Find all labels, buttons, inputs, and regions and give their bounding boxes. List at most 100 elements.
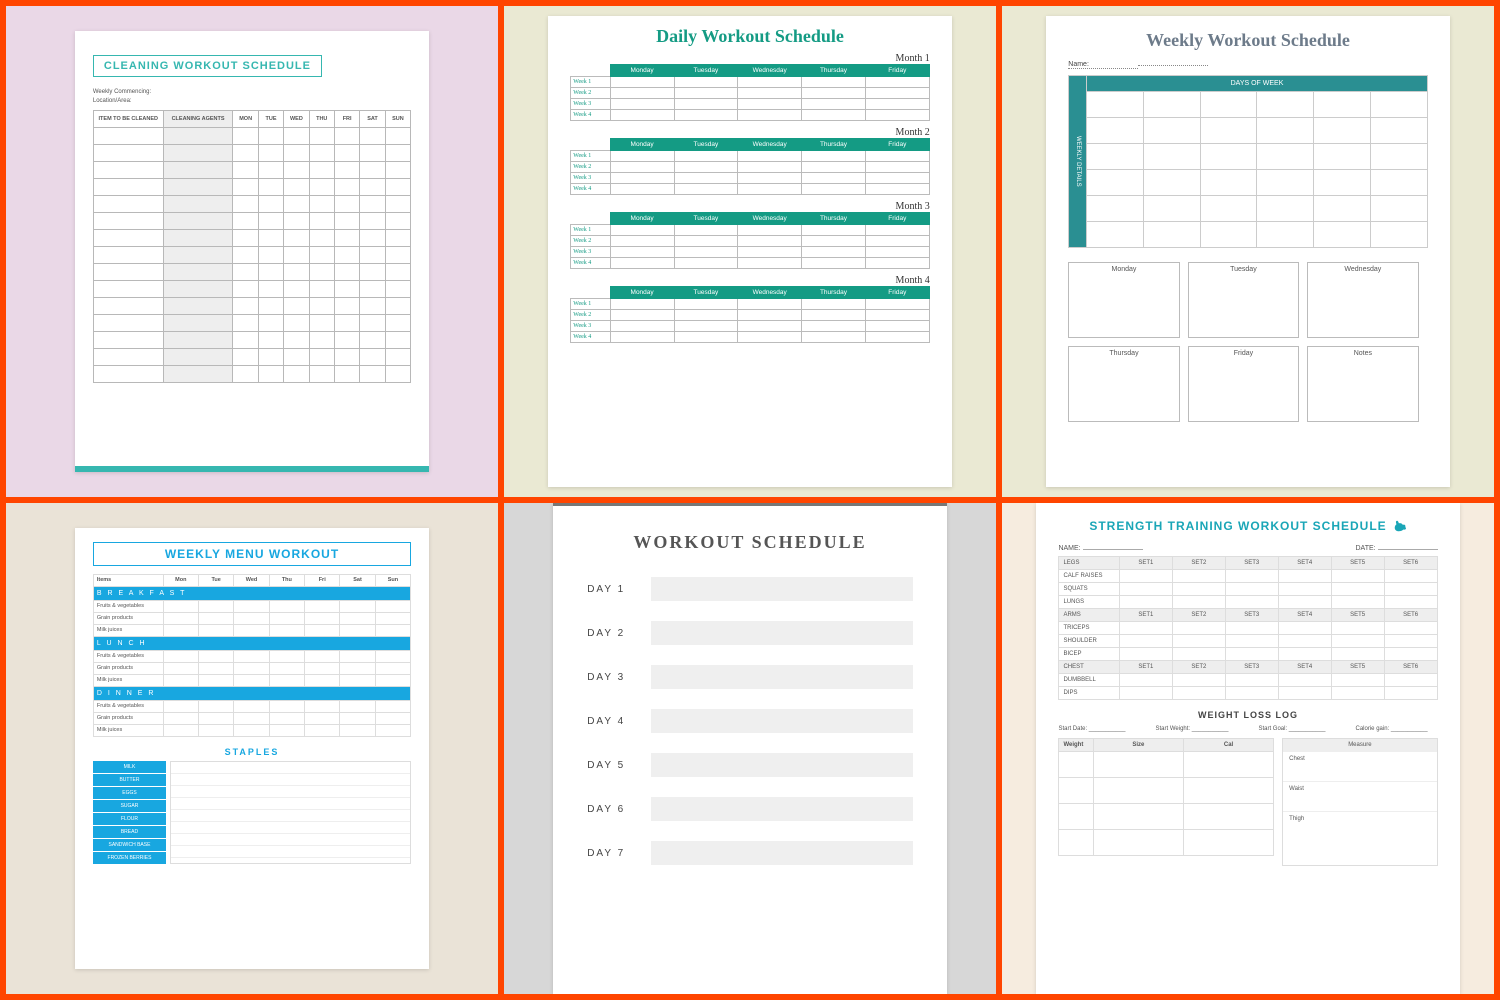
menu-table: ItemsMonTueWedThuFriSatSunB R E A K F A … xyxy=(93,574,411,737)
days-header: DAYS OF WEEK xyxy=(1087,75,1427,91)
col-header: WED xyxy=(284,110,309,127)
log-meta-item: Start Weight: ___________ xyxy=(1156,726,1229,732)
day-input-bar xyxy=(651,709,913,733)
col-header: FRI xyxy=(334,110,359,127)
page: Daily Workout Schedule Month 1MondayTues… xyxy=(548,16,951,487)
template-grid: CLEANING WORKOUT SCHEDULE Weekly Commenc… xyxy=(0,0,1500,1000)
card-daily-workout[interactable]: Daily Workout Schedule Month 1MondayTues… xyxy=(504,6,996,497)
day-row: DAY 5 xyxy=(587,753,913,777)
card-cleaning-workout[interactable]: CLEANING WORKOUT SCHEDULE Weekly Commenc… xyxy=(6,6,498,497)
log-meta: Start Date: ___________ Start Weight: ___… xyxy=(1058,726,1437,732)
day-label: DAY 1 xyxy=(587,584,641,595)
month-table: MondayTuesdayWednesdayThursdayFridayWeek… xyxy=(570,64,929,121)
subtext-1: Weekly Commencing: xyxy=(93,89,411,95)
day-row: DAY 7 xyxy=(587,841,913,865)
month-table: MondayTuesdayWednesdayThursdayFridayWeek… xyxy=(570,286,929,343)
day-row: DAY 2 xyxy=(587,621,913,645)
col-header: TUE xyxy=(258,110,283,127)
page: WEEKLY MENU WORKOUT ItemsMonTueWedThuFri… xyxy=(75,528,429,970)
day-input-bar xyxy=(651,621,913,645)
footer-accent xyxy=(75,466,429,472)
page: WORKOUT SCHEDULE DAY 1 DAY 2 DAY 3 DAY 4 DAY… xyxy=(553,503,947,994)
staples-grid xyxy=(170,761,411,864)
log-meta-item: Start Date: ___________ xyxy=(1058,726,1125,732)
measure-row: Thigh xyxy=(1283,811,1436,841)
month-label: Month 3 xyxy=(570,201,929,212)
col-header: SAT xyxy=(360,110,385,127)
meal-header: B R E A K F A S T xyxy=(93,586,410,600)
title: WORKOUT SCHEDULE xyxy=(587,532,913,553)
staple-item: EGGS xyxy=(93,787,166,799)
staples-title: STAPLES xyxy=(93,747,411,757)
weekly-grid: WEEKLY DETAILS DAYS OF WEEK xyxy=(1068,75,1427,248)
name-field: Name: xyxy=(1068,61,1427,69)
day-label: DAY 4 xyxy=(587,716,641,727)
month-label: Month 1 xyxy=(570,53,929,64)
day-box: Tuesday xyxy=(1188,262,1299,338)
measure-row: Waist xyxy=(1283,781,1436,811)
month-label: Month 4 xyxy=(570,275,929,286)
card-weekly-workout[interactable]: Weekly Workout Schedule Name: WEEKLY DET… xyxy=(1002,6,1494,497)
day-input-bar xyxy=(651,577,913,601)
month-label: Month 2 xyxy=(570,127,929,138)
page: STRENGTH TRAINING WORKOUT SCHEDULE NAME:… xyxy=(1036,503,1459,994)
day-box: Notes xyxy=(1307,346,1418,422)
card-weekly-menu[interactable]: WEEKLY MENU WORKOUT ItemsMonTueWedThuFri… xyxy=(6,503,498,994)
staple-item: SUGAR xyxy=(93,800,166,812)
title: WEEKLY MENU WORKOUT xyxy=(93,542,411,566)
meal-header: D I N N E R xyxy=(93,686,410,700)
month-table: MondayTuesdayWednesdayThursdayFridayWeek… xyxy=(570,212,929,269)
staple-item: BUTTER xyxy=(93,774,166,786)
day-input-bar xyxy=(651,753,913,777)
side-label: WEEKLY DETAILS xyxy=(1069,75,1087,247)
meta-row: NAME: DATE: xyxy=(1058,545,1437,552)
meal-header: L U N C H xyxy=(93,636,410,650)
measure-header: Measure xyxy=(1283,739,1436,751)
strength-table: LEGSSET1SET2SET3SET4SET5SET6CALF RAISESS… xyxy=(1058,556,1437,700)
day-label: DAY 6 xyxy=(587,804,641,815)
log-meta-item: Calorie gain: ___________ xyxy=(1356,726,1428,732)
log-meta-item: Start Goal: ___________ xyxy=(1258,726,1325,732)
measure-row: Chest xyxy=(1283,751,1436,781)
day-boxes: MondayTuesdayWednesday ThursdayFridayNote… xyxy=(1068,262,1427,422)
day-input-bar xyxy=(651,665,913,689)
cleaning-table: ITEM TO BE CLEANEDCLEANING AGENTSMONTUEW… xyxy=(93,110,411,383)
day-label: DAY 5 xyxy=(587,760,641,771)
staple-item: BREAD xyxy=(93,826,166,838)
subtext-2: Location/Area: xyxy=(93,98,411,104)
day-input-bar xyxy=(651,841,913,865)
staple-item: MILK xyxy=(93,761,166,773)
col-header: CLEANING AGENTS xyxy=(163,110,233,127)
staple-item: FLOUR xyxy=(93,813,166,825)
title: CLEANING WORKOUT SCHEDULE xyxy=(93,55,322,77)
day-label: DAY 2 xyxy=(587,628,641,639)
day-row: DAY 6 xyxy=(587,797,913,821)
staple-item: SANDWICH BASE xyxy=(93,839,166,851)
log-table: WeightSizeCal xyxy=(1058,738,1274,856)
day-label: DAY 7 xyxy=(587,848,641,859)
staples-area: MILKBUTTEREGGSSUGARFLOURBREADSANDWICH BA… xyxy=(93,761,411,864)
day-box: Wednesday xyxy=(1307,262,1418,338)
staple-item: FROZEN BERRIES xyxy=(93,852,166,864)
month-table: MondayTuesdayWednesdayThursdayFridayWeek… xyxy=(570,138,929,195)
page: CLEANING WORKOUT SCHEDULE Weekly Commenc… xyxy=(75,31,429,473)
title: Daily Workout Schedule xyxy=(570,26,929,47)
day-box: Thursday xyxy=(1068,346,1179,422)
day-row: DAY 3 xyxy=(587,665,913,689)
day-row: DAY 1 xyxy=(587,577,913,601)
muscle-icon xyxy=(1393,519,1407,533)
measure-box: Measure ChestWaistThigh xyxy=(1282,738,1437,866)
day-row: DAY 4 xyxy=(587,709,913,733)
col-header: THU xyxy=(309,110,334,127)
day-box: Monday xyxy=(1068,262,1179,338)
log-title: WEIGHT LOSS LOG xyxy=(1058,710,1437,720)
col-header: MON xyxy=(233,110,258,127)
day-box: Friday xyxy=(1188,346,1299,422)
col-header: ITEM TO BE CLEANED xyxy=(93,110,163,127)
col-header: SUN xyxy=(385,110,410,127)
title: Weekly Workout Schedule xyxy=(1068,30,1427,51)
card-workout-days[interactable]: WORKOUT SCHEDULE DAY 1 DAY 2 DAY 3 DAY 4 DAY… xyxy=(504,503,996,994)
card-strength-training[interactable]: STRENGTH TRAINING WORKOUT SCHEDULE NAME:… xyxy=(1002,503,1494,994)
log-area: WeightSizeCal Measure ChestWaistThigh xyxy=(1058,738,1437,866)
day-input-bar xyxy=(651,797,913,821)
